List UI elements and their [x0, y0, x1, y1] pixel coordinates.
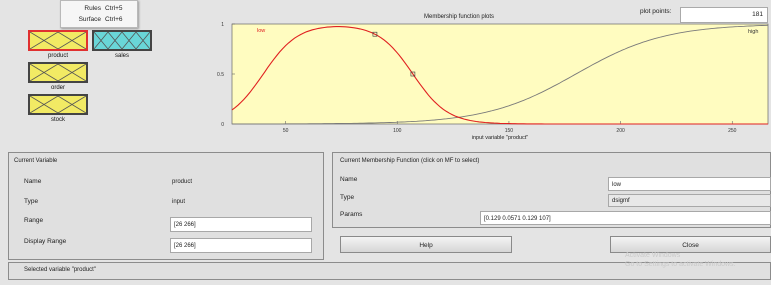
- type-value: input: [172, 199, 186, 205]
- x-tick-label: 200: [616, 128, 625, 134]
- variable-block-stock[interactable]: [28, 94, 88, 115]
- variable-block-order[interactable]: [28, 62, 88, 83]
- menu-item-label: Rules: [84, 5, 101, 12]
- watermark-line-1: Activate Windows: [625, 252, 681, 259]
- dropdown-menu: Rules Ctrl+5 Surface Ctrl+6: [60, 0, 138, 28]
- mf-name-label: Name: [340, 176, 358, 183]
- type-label: Type: [24, 198, 39, 205]
- watermark-line-2: Go to Settings to activate Windows.: [625, 261, 736, 268]
- variable-label-product: product: [47, 53, 68, 59]
- variable-label-order: order: [50, 85, 65, 91]
- variable-label-sales: sales: [114, 53, 129, 59]
- menu-item-label: Surface: [78, 16, 101, 23]
- status-text: Selected variable "product": [24, 267, 96, 273]
- plot-points-label: plot points:: [640, 8, 672, 15]
- current-variable-title: Current Variable: [14, 158, 58, 164]
- params-input[interactable]: [0.129 0.0571 0.129 107]: [480, 211, 771, 225]
- mf-icon: [30, 96, 86, 113]
- x-tick-label: 150: [505, 128, 514, 134]
- variable-label-stock: stock: [50, 117, 65, 123]
- mf-label-low: low: [257, 28, 265, 34]
- x-tick-label: 50: [283, 128, 289, 134]
- x-tick-label: 100: [393, 128, 402, 134]
- display-range-label: Display Range: [24, 238, 67, 245]
- x-tick-label: 250: [728, 128, 737, 134]
- menu-item-shortcut: Ctrl+5: [105, 5, 123, 12]
- variable-block-sales[interactable]: [92, 30, 152, 51]
- x-axis-label: input variable "product": [472, 135, 529, 141]
- name-label: Name: [24, 178, 42, 185]
- mf-plot[interactable]: 00.5150 100 150 200 250input variable "produ…: [200, 20, 771, 146]
- params-label: Params: [340, 211, 363, 218]
- range-input[interactable]: [26 266]: [170, 217, 312, 232]
- y-tick-label: 1: [221, 22, 224, 28]
- range-label: Range: [24, 217, 44, 224]
- mf-name-input[interactable]: low: [608, 177, 771, 191]
- mf-icon: [30, 64, 86, 81]
- display-range-input[interactable]: [26 266]: [170, 238, 312, 253]
- current-mf-title: Current Membership Function (click on MF…: [340, 158, 480, 164]
- y-tick-label: 0.5: [217, 72, 224, 78]
- close-button[interactable]: Close: [610, 236, 771, 253]
- variable-block-product[interactable]: [28, 30, 88, 51]
- menu-item-surface[interactable]: Surface Ctrl+6: [61, 14, 137, 25]
- y-tick-label: 0: [221, 122, 224, 128]
- mf-label-high: high: [748, 29, 758, 35]
- mf-icon: [94, 32, 150, 49]
- mf-type-select[interactable]: dsigmf: [608, 194, 771, 207]
- menu-item-rules[interactable]: Rules Ctrl+5: [61, 3, 137, 14]
- menu-item-shortcut: Ctrl+6: [105, 16, 123, 23]
- mf-type-label: Type: [340, 194, 355, 201]
- help-button[interactable]: Help: [340, 236, 512, 253]
- mf-icon: [30, 32, 86, 49]
- name-value: product: [172, 179, 193, 185]
